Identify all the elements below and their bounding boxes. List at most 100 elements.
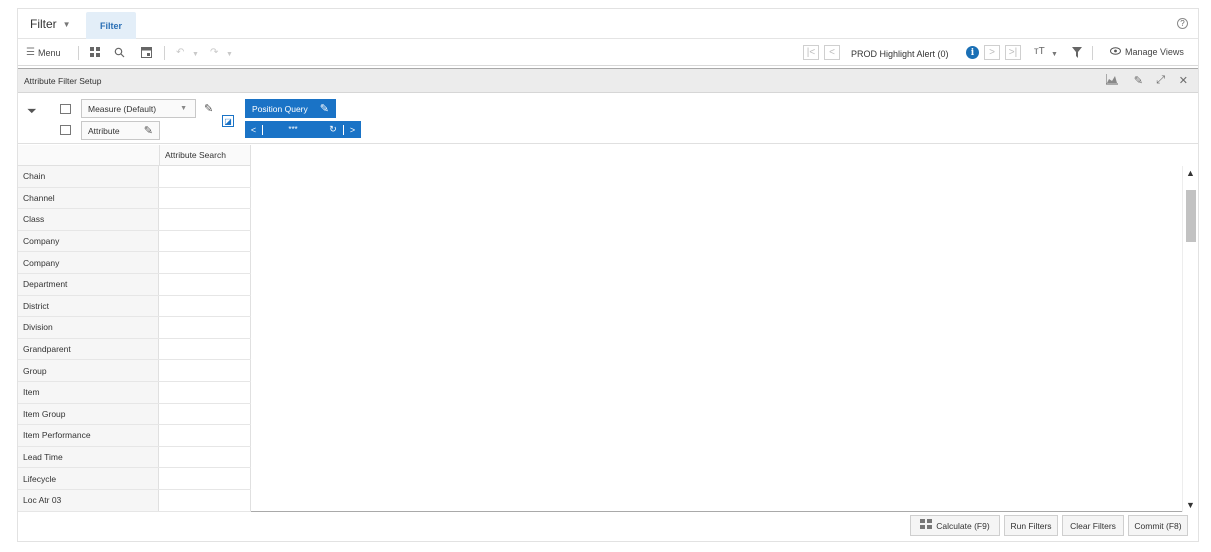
calculate-button[interactable]: Calculate (F9) [910, 515, 1000, 536]
attribute-search-cell[interactable] [159, 317, 251, 338]
row-label[interactable]: Company [18, 230, 159, 252]
reset-icon[interactable]: ↻ [323, 124, 343, 135]
row-label[interactable]: Class [18, 209, 159, 230]
undo-dropdown-icon[interactable]: ▼ [192, 49, 199, 61]
table-row: Department [18, 274, 251, 296]
attribute-search-cell[interactable] [159, 295, 251, 317]
filter-icon[interactable] [1072, 47, 1082, 62]
table-row: Grandparent [18, 338, 251, 361]
attribute-search-cell[interactable] [159, 166, 251, 187]
attribute-search-cell[interactable] [159, 338, 251, 360]
nav-next-icon[interactable]: > [343, 124, 361, 135]
attribute-search-cell[interactable] [159, 425, 251, 446]
attribute-search-cell[interactable] [159, 209, 251, 230]
row-label[interactable]: Loc Atr 03 [18, 490, 159, 511]
view-dropdown[interactable]: Filter ▼ [30, 17, 71, 31]
measure-dropdown[interactable]: Measure (Default) ▼ [81, 99, 196, 118]
highlight-alert-label[interactable]: PROD Highlight Alert (0) [851, 49, 949, 59]
column-header[interactable]: Attribute Search [159, 145, 251, 166]
row-label[interactable]: Lead Time [18, 446, 159, 468]
position-query-label: Position Query [252, 103, 308, 114]
nav-previous-icon[interactable]: < [245, 124, 263, 135]
next-icon[interactable]: > [984, 45, 1000, 60]
footer-bar: Calculate (F9) Run Filters Clear Filters… [18, 513, 1198, 542]
edit-icon[interactable]: ✎ [1134, 74, 1143, 87]
attribute-search-cell[interactable] [159, 187, 251, 209]
calculate-label: Calculate (F9) [936, 520, 990, 531]
attribute-search-cell[interactable] [159, 274, 251, 295]
position-navigator: < *** ↻ > [245, 121, 361, 138]
attribute-search-cell[interactable] [159, 360, 251, 381]
position-query-button[interactable]: Position Query ✎ [245, 99, 336, 118]
clear-filters-button[interactable]: Clear Filters [1062, 515, 1124, 536]
measure-label: Measure (Default) [88, 103, 157, 114]
attribute-grid: Attribute Search Chain Channel Class Compan… [18, 145, 1198, 512]
attribute-search-cell[interactable] [159, 490, 251, 511]
row-label[interactable]: Division [18, 317, 159, 338]
row-layout-icon[interactable] [60, 125, 71, 135]
redo-icon[interactable]: ↷ [210, 47, 218, 59]
previous-icon[interactable]: < [824, 45, 840, 60]
edit-attribute-icon[interactable]: ✎ [144, 124, 153, 137]
table-row: Company [18, 252, 251, 274]
vertical-scrollbar[interactable]: ▲ ▼ [1182, 166, 1198, 512]
table-row: Item [18, 382, 251, 404]
help-icon[interactable]: ? [1177, 18, 1188, 29]
app-frame: Filter ▼ Filter ? ☰ Menu ↶ ▼ ↷ ▼ |< < PROD… [17, 8, 1199, 542]
row-label[interactable]: Grandparent [18, 338, 159, 360]
first-page-icon[interactable]: |< [803, 45, 819, 60]
table-row: Lifecycle [18, 468, 251, 490]
row-label[interactable]: District [18, 295, 159, 317]
undo-icon[interactable]: ↶ [176, 47, 184, 59]
commit-button[interactable]: Commit (F8) [1128, 515, 1188, 536]
row-label[interactable]: Chain [18, 166, 159, 187]
manage-views-label: Manage Views [1125, 47, 1184, 57]
row-label[interactable]: Company [18, 252, 159, 273]
table-row: Class [18, 209, 251, 231]
row-label[interactable]: Group [18, 360, 159, 381]
attribute-search-cell[interactable] [159, 446, 251, 468]
row-label[interactable]: Channel [18, 187, 159, 209]
close-icon[interactable]: ✕ [1179, 74, 1188, 87]
scroll-up-icon[interactable]: ▲ [1186, 168, 1195, 178]
search-icon[interactable] [114, 47, 125, 62]
calculator-icon[interactable] [141, 47, 152, 62]
row-label[interactable]: Department [18, 274, 159, 295]
manage-views-button[interactable]: Manage Views [1110, 47, 1184, 57]
collapse-icon[interactable]: ◢ [27, 103, 38, 114]
pivot-toggle-icon[interactable]: ◪ [222, 115, 234, 127]
text-size-dropdown-icon[interactable]: ▼ [1051, 49, 1058, 61]
attribute-search-cell[interactable] [159, 382, 251, 403]
redo-dropdown-icon[interactable]: ▼ [226, 49, 233, 61]
menu-button[interactable]: ☰ Menu [26, 47, 60, 58]
attribute-search-cell[interactable] [159, 468, 251, 489]
last-page-icon[interactable]: >| [1005, 45, 1021, 60]
attribute-filter-panel: Attribute Filter Setup ✎ ⤢ ✕ ◢ Measure (… [18, 68, 1198, 512]
run-filters-button[interactable]: Run Filters [1004, 515, 1058, 536]
attribute-search-cell[interactable] [159, 230, 251, 252]
panel-header: Attribute Filter Setup ✎ ⤢ ✕ [18, 69, 1198, 93]
grid-layout-icon[interactable] [90, 47, 101, 62]
column-layout-icon[interactable] [60, 104, 71, 114]
text-size-icon[interactable]: тT [1034, 46, 1045, 58]
row-label[interactable]: Lifecycle [18, 468, 159, 489]
row-label[interactable]: Item Performance [18, 425, 159, 446]
toolbar: ☰ Menu ↶ ▼ ↷ ▼ |< < PROD Highlight Alert … [18, 40, 1198, 66]
row-label[interactable]: Item [18, 382, 159, 403]
info-icon[interactable]: i [966, 46, 979, 59]
tab-filter[interactable]: Filter [86, 12, 136, 39]
chart-icon[interactable] [1105, 74, 1118, 88]
nav-ellipsis[interactable]: *** [263, 125, 323, 134]
attribute-search-cell[interactable] [159, 252, 251, 273]
scroll-thumb[interactable] [1186, 190, 1196, 242]
attribute-dropdown[interactable]: Attribute ✎ [81, 121, 160, 140]
expand-icon[interactable]: ⤢ [1156, 74, 1165, 87]
attribute-label: Attribute [88, 125, 120, 136]
attribute-search-cell[interactable] [159, 403, 251, 425]
view-dropdown-label: Filter [30, 17, 57, 31]
edit-measure-icon[interactable]: ✎ [204, 102, 213, 115]
row-label[interactable]: Item Group [18, 403, 159, 425]
scroll-down-icon[interactable]: ▼ [1186, 500, 1195, 510]
table-row: Item Performance [18, 425, 251, 447]
toolbar-divider [1092, 46, 1093, 60]
